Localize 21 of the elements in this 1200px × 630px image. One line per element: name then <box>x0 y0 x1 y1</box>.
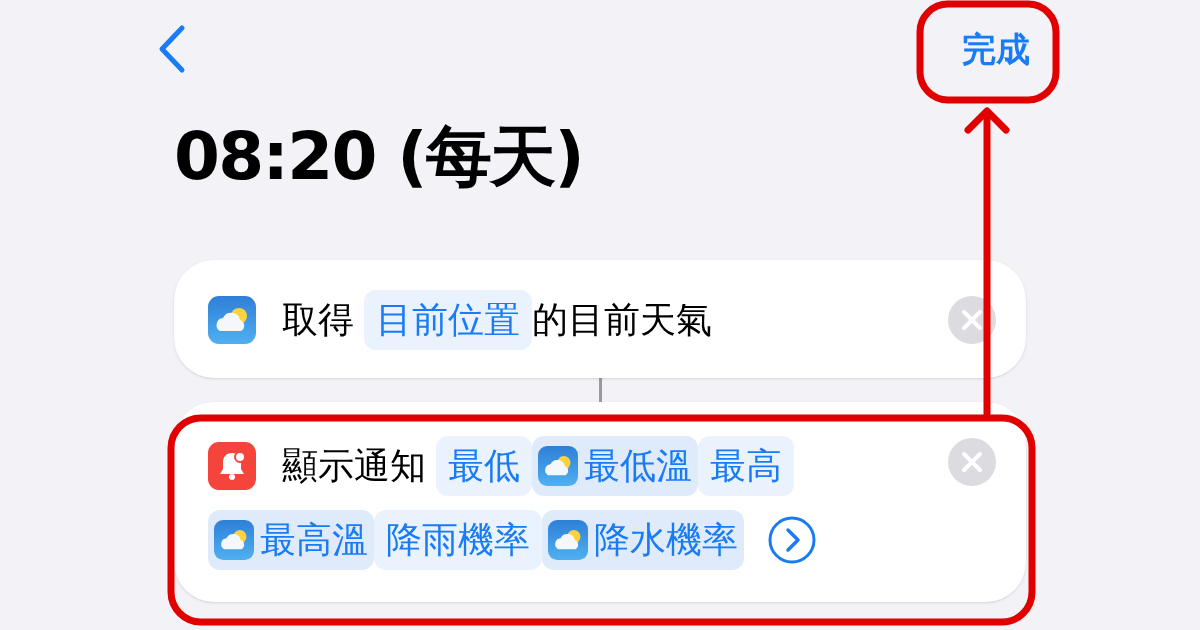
bell-app-icon <box>208 442 256 490</box>
action-label: 的目前天氣 <box>532 299 712 340</box>
done-button[interactable]: 完成 <box>962 32 1030 66</box>
remove-icon[interactable] <box>948 296 996 344</box>
weather-app-icon <box>538 446 578 486</box>
variable-token[interactable]: 最高溫 <box>208 510 374 570</box>
weather-app-icon <box>548 520 588 560</box>
page-title: 08:20 (每天) <box>174 124 584 190</box>
parameter-token[interactable]: 降雨機率 <box>374 510 542 570</box>
parameter-token[interactable]: 最高 <box>698 436 794 496</box>
action-card[interactable]: 顯示通知 最低 最低溫 最高 最高溫 降雨機率 降水機率 <box>174 402 1026 602</box>
variable-token[interactable]: 最低溫 <box>532 436 698 496</box>
action-label: 取得 <box>282 299 354 340</box>
variable-token[interactable]: 降水機率 <box>542 510 744 570</box>
weather-app-icon <box>214 520 254 560</box>
parameter-token[interactable]: 最低 <box>436 436 532 496</box>
weather-app-icon <box>208 296 256 344</box>
action-card[interactable]: 取得 目前位置 的目前天氣 <box>174 260 1026 378</box>
parameter-token[interactable]: 目前位置 <box>364 290 532 350</box>
expand-chevron-icon[interactable] <box>768 516 816 564</box>
action-label: 顯示通知 <box>282 445 426 486</box>
